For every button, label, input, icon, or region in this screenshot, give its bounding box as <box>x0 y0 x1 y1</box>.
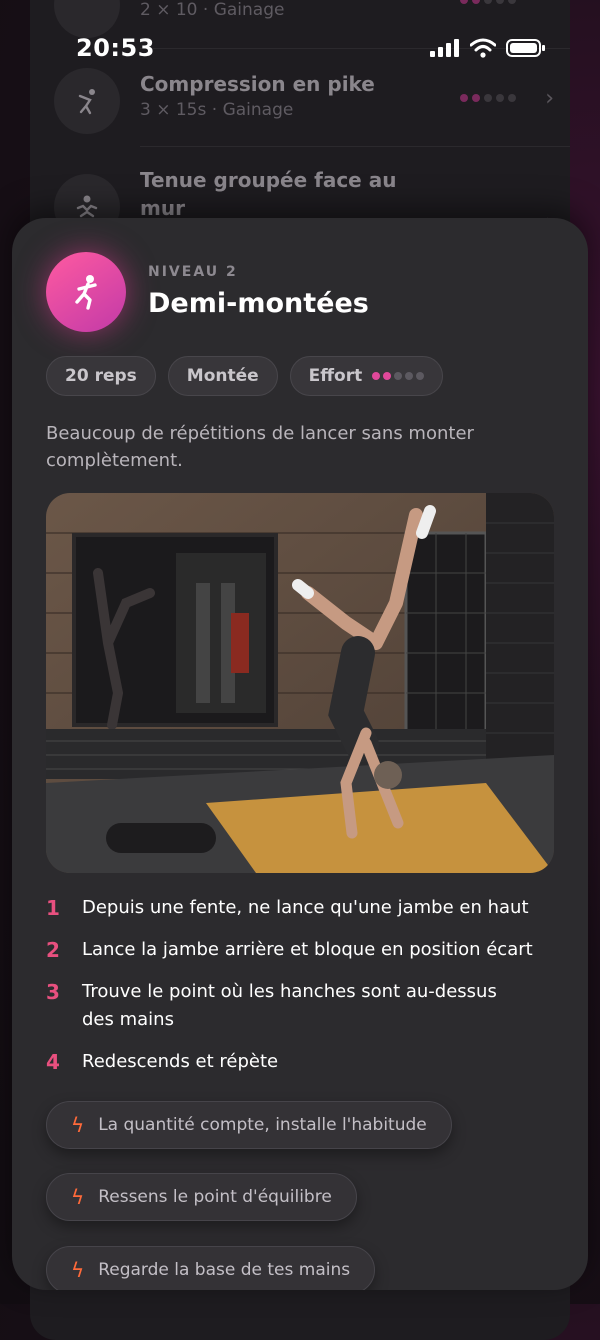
step-number: 2 <box>46 938 60 962</box>
steps-list: 1 Depuis une fente, ne lance qu'une jamb… <box>46 894 566 1090</box>
chips-row: 20 reps Montée Effort <box>46 356 444 396</box>
reps-chip: 20 reps <box>46 356 156 396</box>
step-text: Lance la jambe arrière et bloque en posi… <box>82 939 533 960</box>
step-number: 1 <box>46 896 60 920</box>
pike-icon <box>54 68 120 134</box>
chevron-right-icon: › <box>545 86 554 111</box>
effort-chip: Effort <box>289 356 444 396</box>
list-item-subtitle: 2 × 10 · Gainage <box>140 0 285 20</box>
divider <box>140 146 570 147</box>
clock: 20:53 <box>76 34 155 62</box>
tip-text: Regarde la base de tes mains <box>98 1260 351 1280</box>
wifi-icon <box>470 38 496 58</box>
category-chip: Montée <box>167 356 278 396</box>
step-item: 3 Trouve le point où les hanches sont au… <box>46 978 502 1034</box>
lightning-icon: ϟ <box>71 1185 85 1209</box>
tip-chip[interactable]: ϟ Regarde la base de tes mains <box>46 1246 376 1290</box>
list-item-subtitle: 3 × 15s · Gainage <box>140 100 294 120</box>
lightning-icon: ϟ <box>71 1113 85 1137</box>
exercise-photo[interactable] <box>46 493 554 873</box>
signal-icon <box>430 39 459 57</box>
step-item: 4 Redescends et répète <box>46 1048 566 1076</box>
effort-dots <box>460 0 516 4</box>
effort-dots <box>372 372 425 380</box>
step-text: Trouve le point où les hanches sont au-d… <box>82 981 497 1030</box>
tip-text: La quantité compte, installe l'habitude <box>98 1115 427 1135</box>
exercise-hero-icon <box>46 252 126 332</box>
exercise-description: Beaucoup de répétitions de lancer sans m… <box>46 423 474 471</box>
exercise-title: Demi-montées <box>148 288 369 319</box>
tip-text: Ressens le point d'équilibre <box>98 1187 332 1207</box>
list-item-title: Tenue groupée face au mur <box>140 168 397 220</box>
list-item-title: Compression en pike <box>140 72 375 96</box>
exercise-detail-sheet: NIVEAU 2 Demi-montées 20 reps Montée Eff… <box>12 218 588 1290</box>
lightning-icon: ϟ <box>71 1258 85 1282</box>
tip-chip[interactable]: ϟ Ressens le point d'équilibre <box>46 1173 357 1221</box>
effort-dots <box>460 94 516 102</box>
level-label: NIVEAU 2 <box>148 264 238 280</box>
step-text: Depuis une fente, ne lance qu'une jambe … <box>82 897 529 918</box>
tip-chip[interactable]: ϟ La quantité compte, installe l'habitud… <box>46 1101 452 1149</box>
effort-label: Effort <box>308 366 363 386</box>
battery-icon <box>506 39 545 57</box>
step-number: 4 <box>46 1050 60 1074</box>
step-item: 2 Lance la jambe arrière et bloque en po… <box>46 936 566 964</box>
step-item: 1 Depuis une fente, ne lance qu'une jamb… <box>46 894 566 922</box>
list-item[interactable]: Compression en pike 3 × 15s · Gainage › <box>54 56 554 146</box>
step-number: 3 <box>46 980 60 1004</box>
status-bar: 20:53 <box>0 32 600 64</box>
step-text: Redescends et répète <box>82 1051 279 1072</box>
